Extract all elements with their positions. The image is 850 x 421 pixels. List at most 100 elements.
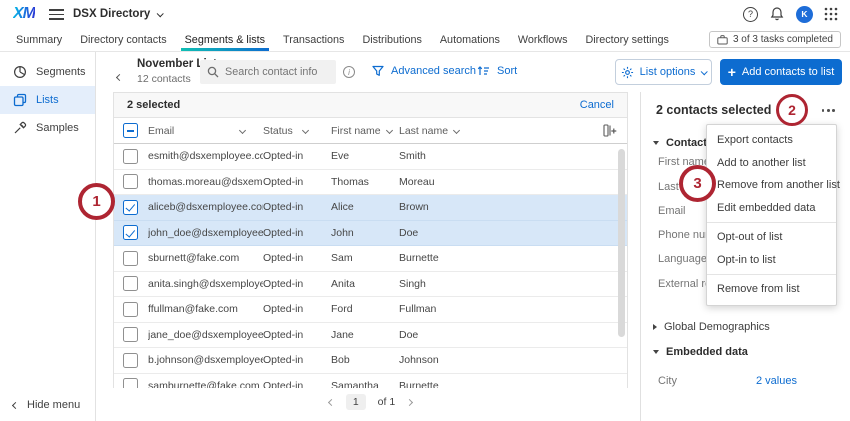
contact-actions-menu: Export contacts Add to another list Remo… (706, 124, 840, 306)
briefcase-icon (717, 34, 728, 45)
tab-workflows[interactable]: Workflows (518, 28, 568, 51)
menu-item-opt-in-to-list[interactable]: Opt-in to list (707, 249, 836, 272)
sidebar-item-segments[interactable]: Segments (0, 58, 95, 86)
cell-email: jane_doe@dsxemployee.... (148, 328, 263, 341)
more-options-ellipsis-icon[interactable] (819, 106, 838, 115)
sidebar-item-samples[interactable]: Samples (0, 114, 95, 142)
menu-item-remove-from-list[interactable]: Remove from list (707, 278, 836, 301)
add-contacts-button[interactable]: + Add contacts to list (720, 59, 842, 85)
row-checkbox[interactable] (123, 250, 138, 266)
triangle-down-icon (653, 350, 659, 354)
previous-page-button[interactable] (327, 398, 335, 406)
search-input[interactable] (225, 66, 329, 78)
cell-last-name: Burnette (399, 379, 439, 388)
samples-dropper-icon (13, 121, 27, 135)
notifications-bell-icon[interactable] (769, 6, 785, 22)
column-header-last-name[interactable]: Last name (399, 125, 597, 137)
cell-first-name: John (331, 226, 354, 239)
cell-first-name: Bob (331, 354, 350, 367)
menu-item-export-contacts[interactable]: Export contacts (707, 129, 836, 152)
chevron-down-icon (385, 126, 393, 135)
lists-icon (13, 93, 27, 107)
tab-directory-contacts[interactable]: Directory contacts (80, 28, 166, 51)
list-contact-count: 12 contacts (137, 73, 191, 85)
global-demographics-section-header[interactable]: Global Demographics (653, 321, 770, 333)
add-contacts-label: Add contacts to list (741, 66, 835, 78)
menu-divider (707, 274, 836, 275)
table-row[interactable]: anita.singh@dsxemployee... Opted-in Anit… (114, 272, 627, 297)
table-row[interactable]: esmith@dsxemployee.com Opted-in Eve Smit… (114, 144, 627, 170)
help-icon[interactable]: ? (743, 6, 758, 22)
tab-directory-settings[interactable]: Directory settings (585, 28, 668, 51)
tab-summary[interactable]: Summary (16, 28, 62, 51)
menu-item-opt-out-of-list[interactable]: Opt-out of list (707, 226, 836, 249)
cancel-selection-link[interactable]: Cancel (580, 99, 614, 111)
annotation-circle-3: 3 (679, 165, 716, 202)
row-checkbox[interactable] (123, 327, 138, 343)
column-header-first-name[interactable]: First name (331, 125, 399, 137)
cell-email: anita.singh@dsxemployee... (148, 277, 263, 290)
top-bar: XM DSX Directory ? K (0, 0, 850, 28)
sidebar-item-lists[interactable]: Lists (0, 86, 95, 114)
embedded-data-section-header[interactable]: Embedded data (653, 346, 748, 358)
tab-transactions[interactable]: Transactions (283, 28, 344, 51)
cell-email: aliceb@dsxemployee.com (148, 201, 263, 214)
cell-status: Opted-in (263, 354, 304, 367)
sidebar-item-label: Lists (36, 94, 59, 106)
cell-email: esmith@dsxemployee.com (148, 150, 263, 163)
back-button[interactable] (115, 67, 124, 85)
table-row[interactable]: john_doe@dsxemployee.... Opted-in John D… (114, 220, 627, 246)
current-page[interactable]: 1 (345, 394, 366, 410)
table-row[interactable]: ffullman@fake.com Opted-in Ford Fullman (114, 297, 627, 323)
row-checkbox[interactable] (123, 378, 138, 388)
triangle-down-icon (653, 141, 659, 145)
tab-automations[interactable]: Automations (440, 28, 500, 51)
row-checkbox[interactable] (123, 225, 138, 241)
cell-status: Opted-in (263, 175, 304, 188)
table-row[interactable]: aliceb@dsxemployee.com Opted-in Alice Br… (114, 195, 627, 221)
app-switcher-grid-icon[interactable] (824, 7, 838, 21)
column-header-status[interactable]: Status (263, 125, 331, 137)
hamburger-menu-icon[interactable] (49, 9, 64, 20)
chevron-down-icon (238, 126, 247, 135)
directory-selector[interactable]: DSX Directory (73, 0, 165, 28)
sort-button[interactable]: Sort (477, 65, 517, 77)
row-checkbox[interactable] (123, 301, 138, 317)
table-row[interactable]: thomas.moreau@dsxempl... Opted-in Thomas… (114, 170, 627, 195)
gear-icon (621, 66, 634, 79)
menu-item-edit-embedded-data[interactable]: Edit embedded data (707, 197, 836, 220)
search-box[interactable] (200, 60, 336, 84)
cell-first-name: Alice (331, 201, 354, 214)
list-options-button[interactable]: List options (615, 59, 712, 85)
table-row[interactable]: jane_doe@dsxemployee.... Opted-in Jane D… (114, 323, 627, 348)
row-checkbox[interactable] (123, 276, 138, 292)
table-row[interactable]: b.johnson@dsxemployee.... Opted-in Bob J… (114, 348, 627, 374)
manage-columns-button[interactable] (597, 124, 627, 137)
tab-segments-lists[interactable]: Segments & lists (180, 28, 270, 51)
hide-menu-button[interactable]: Hide menu (11, 399, 80, 411)
next-page-button[interactable] (406, 398, 414, 406)
embedded-value-link[interactable]: 2 values (756, 375, 797, 387)
row-checkbox[interactable] (123, 352, 138, 368)
tab-distributions[interactable]: Distributions (362, 28, 421, 51)
scrollbar-thumb[interactable] (618, 149, 625, 337)
select-all-checkbox[interactable] (123, 123, 138, 138)
user-avatar[interactable]: K (796, 5, 813, 23)
cell-email: thomas.moreau@dsxempl... (148, 175, 263, 188)
table-row[interactable]: sburnett@fake.com Opted-in Sam Burnette (114, 246, 627, 272)
table-row[interactable]: samburnette@fake.com Opted-in Samantha B… (114, 374, 627, 388)
tasks-completed-badge[interactable]: 3 of 3 tasks completed (708, 31, 841, 48)
menu-item-add-to-another-list[interactable]: Add to another list (707, 152, 836, 175)
table-scrollbar[interactable] (618, 147, 625, 388)
menu-item-remove-from-another-list[interactable]: Remove from another list (707, 174, 840, 197)
row-checkbox[interactable] (123, 199, 138, 215)
info-icon[interactable]: i (343, 66, 355, 78)
filter-funnel-icon (372, 65, 384, 77)
xm-logo: XM (13, 5, 36, 22)
row-checkbox[interactable] (123, 174, 138, 190)
chevron-down-icon (157, 9, 165, 17)
row-checkbox[interactable] (123, 148, 138, 164)
column-header-email[interactable]: Email (148, 125, 263, 137)
field-language: Language (658, 253, 707, 265)
advanced-search-button[interactable]: Advanced search (372, 65, 476, 77)
